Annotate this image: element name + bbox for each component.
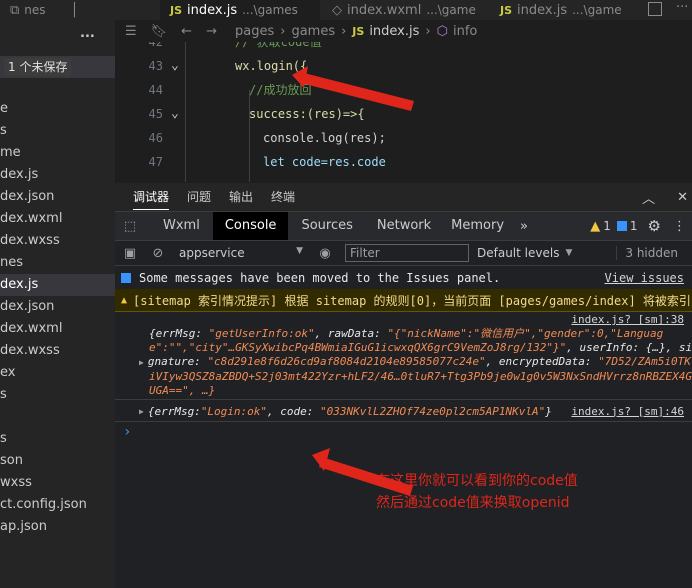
arrow-to-wx-login xyxy=(292,66,414,111)
annotation-text: 在这里你就可以看到你的code值 然后通过code值来换取openid xyxy=(376,470,578,514)
annotation-line-2: 然后通过code值来换取openid xyxy=(376,495,570,511)
annotation-arrows xyxy=(292,66,414,496)
annotation-line-1: 在这里你就可以看到你的code值 xyxy=(376,473,578,489)
